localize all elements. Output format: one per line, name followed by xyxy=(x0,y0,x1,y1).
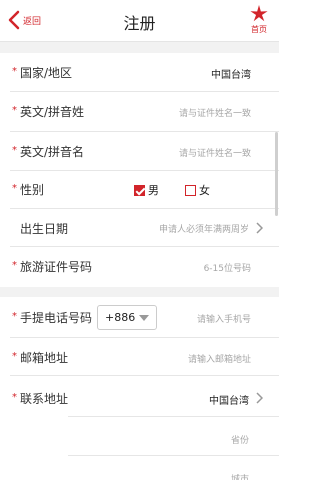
gender-female-option[interactable]: 女 xyxy=(185,182,210,198)
required-mark: * xyxy=(12,66,17,77)
birthdate-input[interactable]: 申请人必须年满两周岁 xyxy=(159,222,249,235)
checkbox-empty-icon xyxy=(185,184,196,196)
section-gap xyxy=(0,42,279,53)
surname-input[interactable]: 请与证件姓名一致 xyxy=(179,106,251,119)
male-label: 男 xyxy=(148,184,159,197)
city-input[interactable]: 城市 xyxy=(231,472,249,480)
required-mark: * xyxy=(12,311,17,322)
page-title: 注册 xyxy=(123,14,156,33)
required-mark: * xyxy=(12,105,17,116)
passport-label: 旅游证件号码 xyxy=(20,260,93,274)
checkbox-checked-icon xyxy=(134,184,145,196)
email-input[interactable]: 请输入邮箱地址 xyxy=(188,352,251,365)
required-mark: * xyxy=(12,145,17,156)
home-label: 首页 xyxy=(251,25,267,34)
country-code-select[interactable]: +886 xyxy=(97,305,157,330)
address-label: 联系地址 xyxy=(20,392,69,406)
birthdate-row[interactable]: 出生日期 申请人必须年满两周岁 xyxy=(0,209,279,247)
divider xyxy=(68,416,279,417)
flower-home-icon xyxy=(250,5,268,22)
caret-down-icon xyxy=(139,315,149,321)
address-row: * 联系地址 中国台湾 省份 城市 xyxy=(0,376,279,480)
gender-row: * 性别 男 女 xyxy=(0,171,279,209)
address-country-select[interactable]: 中国台湾 xyxy=(209,392,249,407)
surname-label: 英文/拼音姓 xyxy=(20,105,85,119)
section-gap xyxy=(0,287,279,297)
required-mark: * xyxy=(12,392,17,403)
mobile-input[interactable]: 请输入手机号 xyxy=(197,312,251,325)
surname-row[interactable]: * 英文/拼音姓 请与证件姓名一致 xyxy=(0,92,279,132)
passport-input[interactable]: 6-15位号码 xyxy=(204,261,251,274)
gender-male-option[interactable]: 男 xyxy=(134,182,159,198)
scrollbar[interactable] xyxy=(275,132,278,216)
country-value: 中国台湾 xyxy=(211,70,251,81)
header-bar: 返回 注册 首页 xyxy=(0,0,279,42)
divider xyxy=(68,455,279,456)
province-input[interactable]: 省份 xyxy=(231,433,249,446)
gender-label: 性别 xyxy=(20,183,45,197)
required-mark: * xyxy=(12,183,17,194)
chevron-right-icon xyxy=(256,222,263,234)
given-name-label: 英文/拼音名 xyxy=(20,145,85,159)
required-mark: * xyxy=(12,260,17,271)
country-label: 国家/地区 xyxy=(20,66,73,80)
home-button[interactable]: 首页 xyxy=(247,4,271,35)
given-name-row[interactable]: * 英文/拼音名 请与证件姓名一致 xyxy=(0,132,279,171)
country-code-value: +886 xyxy=(105,311,136,324)
given-name-input[interactable]: 请与证件姓名一致 xyxy=(179,146,251,159)
chevron-right-icon xyxy=(256,392,263,404)
email-row[interactable]: * 邮箱地址 请输入邮箱地址 xyxy=(0,338,279,376)
mobile-row: * 手提电话号码 +886 请输入手机号 xyxy=(0,297,279,338)
mobile-label: 手提电话号码 xyxy=(20,311,93,325)
female-label: 女 xyxy=(199,184,210,197)
country-row[interactable]: * 国家/地区 中国台湾 xyxy=(0,53,279,92)
passport-row[interactable]: * 旅游证件号码 6-15位号码 xyxy=(0,247,279,287)
email-label: 邮箱地址 xyxy=(20,351,69,365)
required-mark: * xyxy=(12,351,17,362)
birthdate-label: 出生日期 xyxy=(20,222,69,236)
